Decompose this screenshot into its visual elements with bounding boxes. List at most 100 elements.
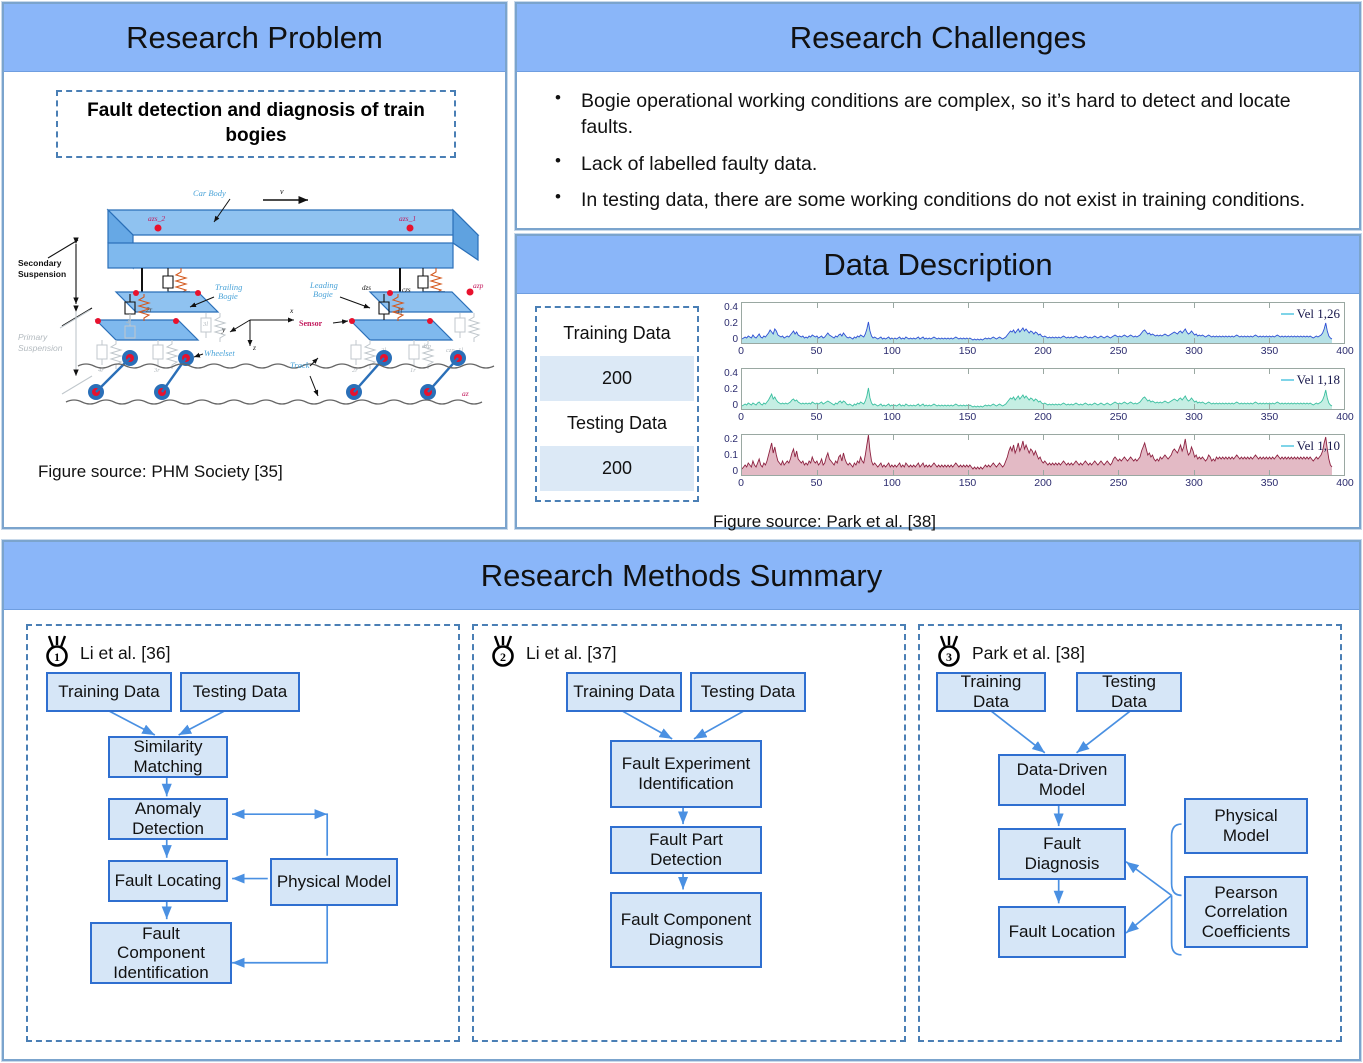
chart-tick	[1193, 470, 1195, 475]
data-summary-table: Training Data 200 Testing Data 200	[535, 306, 699, 502]
box-training-data: Training Data	[566, 672, 682, 712]
chart-tick	[1043, 338, 1044, 343]
figure-label-dzp: dzp	[422, 343, 432, 350]
chart-tick	[967, 435, 969, 440]
method-column-3: 3 Park et al. [38] Training Data Testing…	[918, 624, 1342, 1042]
figure-label-azs1: azs_1	[399, 214, 416, 223]
chart-tick	[817, 338, 819, 343]
y-tick-label: 0	[732, 334, 738, 345]
chart-tick	[1268, 338, 1270, 343]
x-tick-label: 50	[810, 411, 823, 423]
box-fault-component-diagnosis: Fault Component Diagnosis	[610, 892, 762, 968]
chart-y-axis-labels: 0 0.2 0.4	[713, 363, 739, 413]
box-training-data: Training Data	[936, 672, 1046, 712]
chart-tick	[1118, 470, 1120, 475]
x-tick-label: 150	[958, 477, 977, 489]
chart-tick	[967, 303, 969, 308]
box-testing-data: Testing Data	[690, 672, 806, 712]
method-column-2: 2 Li et al. [37] Training Data Testing D…	[472, 624, 906, 1042]
chart-tick	[1268, 470, 1270, 475]
box-data-driven-model: Data-Driven Model	[998, 754, 1126, 806]
chart-tick	[892, 404, 894, 409]
x-tick-label: 200	[1034, 345, 1052, 357]
figure-label-3l: 3l	[202, 321, 208, 328]
x-tick-label: 400	[1336, 411, 1354, 423]
x-tick-label: 150	[958, 345, 977, 357]
table-row: 200	[540, 446, 694, 491]
box-fault-location: Fault Location	[998, 906, 1126, 958]
y-tick-label: 0.2	[724, 434, 738, 445]
problem-statement: Fault detection and diagnosis of train b…	[56, 90, 456, 158]
y-tick-label: 0.2	[724, 318, 738, 329]
x-tick-label: 300	[1185, 411, 1203, 423]
chart-row: 0 0.1 0.2 Vel 1,10 0 50 100 150 200 250 300 350 400	[713, 434, 1354, 497]
svg-text:Bogie: Bogie	[218, 291, 238, 301]
x-tick-label: 250	[1109, 477, 1128, 489]
figure-label-axis-z: z	[252, 343, 256, 352]
chart-tick	[1118, 303, 1120, 308]
chart-tick	[967, 369, 969, 374]
figure-label-secondary-suspension: Secondary	[18, 258, 62, 268]
chart-tick	[817, 404, 819, 409]
x-tick-label: 0	[738, 345, 744, 357]
x-tick-label: 0	[738, 411, 744, 423]
x-tick-label: 400	[1336, 477, 1354, 489]
figure-label-4l: 4l	[126, 319, 131, 326]
chart-tick	[817, 470, 819, 475]
legend-swatch	[1280, 379, 1294, 381]
research-methods-title: Research Methods Summary	[4, 542, 1359, 610]
y-tick-label: 0	[732, 466, 738, 477]
x-tick-label: 350	[1260, 477, 1279, 489]
x-tick-label: 0	[738, 477, 744, 489]
chart-row: 0 0.2 0.4 Vel 1,18 0 50 100 150 200 250 300 350 400	[713, 368, 1354, 431]
figure-label-sensor: Sensor	[299, 319, 323, 328]
chart-tick	[1193, 369, 1195, 374]
chart-tick	[1268, 303, 1270, 308]
figure-label-wheelset: Wheelset	[204, 348, 235, 358]
y-tick-label: 0.2	[724, 384, 738, 395]
chart-tick	[1193, 303, 1195, 308]
chart-tick	[1268, 369, 1270, 374]
chart-tick	[1193, 435, 1195, 440]
chart-tick	[1043, 303, 1044, 308]
legend-swatch	[1280, 313, 1294, 315]
chart-tick	[892, 435, 894, 440]
box-fault-diagnosis: Fault Diagnosis	[998, 828, 1126, 880]
chart-legend: Vel 1,18	[1280, 372, 1340, 388]
y-tick-label: 0.4	[724, 368, 738, 379]
y-tick-label: 0	[732, 400, 738, 411]
x-tick-label: 150	[958, 411, 977, 423]
chart-tick	[1268, 404, 1270, 409]
svg-text:Suspension: Suspension	[18, 269, 66, 279]
chart-tick	[1268, 435, 1270, 440]
box-testing-data: Testing Data	[180, 672, 300, 712]
x-tick-label: 300	[1185, 345, 1203, 357]
method-columns: 1 Li et al. [36] Training Data Testing D…	[4, 610, 1359, 1060]
figure-label-czs: czs	[402, 286, 411, 294]
chart-tick	[967, 404, 969, 409]
x-tick-label: 100	[883, 345, 901, 357]
chart-tick	[1118, 404, 1120, 409]
legend-label: Vel 1,18	[1296, 372, 1340, 387]
box-training-data: Training Data	[46, 672, 172, 712]
figure-label-az: az	[462, 389, 469, 398]
x-tick-label: 200	[1034, 477, 1052, 489]
chart-tick	[1118, 369, 1120, 374]
data-description-panel: Data Description Training Data 200 Testi…	[514, 233, 1362, 531]
box-anomaly-detection: Anomaly Detection	[108, 798, 228, 840]
chart-tick	[817, 435, 819, 440]
x-tick-label: 250	[1109, 411, 1128, 423]
figure-label-azp: azp	[473, 281, 484, 290]
chart-plot-area: Vel 1,10	[741, 434, 1345, 476]
x-tick-label: 350	[1260, 345, 1279, 357]
list-item: Bogie operational working conditions are…	[539, 87, 1337, 141]
figure-label-velocity: v	[280, 187, 284, 196]
figure-label-track: Track	[290, 360, 310, 370]
figure-label-dzs: dzs	[362, 284, 371, 292]
x-tick-label: 100	[883, 477, 901, 489]
data-figure-source: Figure source: Park et al. [38]	[713, 512, 936, 531]
legend-swatch	[1280, 445, 1294, 447]
x-tick-label: 400	[1336, 345, 1354, 357]
chart-tick	[1043, 470, 1044, 475]
challenges-list: Bogie operational working conditions are…	[517, 72, 1359, 213]
